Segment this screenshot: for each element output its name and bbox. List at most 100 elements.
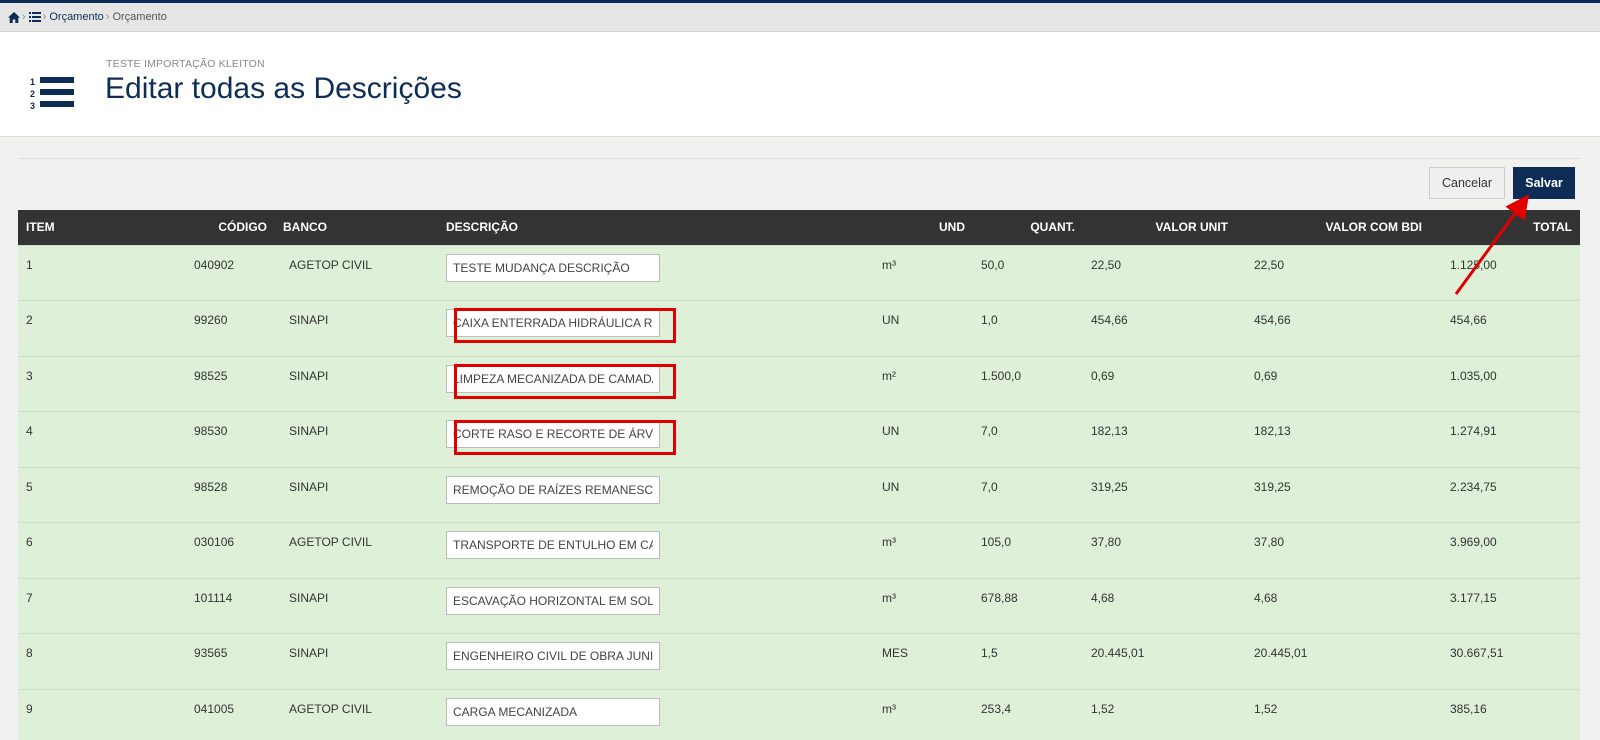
cell-valor-unit: 22,50 bbox=[1083, 244, 1236, 301]
cell-valor-unit: 20.445,01 bbox=[1083, 633, 1236, 689]
cell-und: UN bbox=[856, 466, 973, 523]
cell-banco: AGETOP CIVIL bbox=[275, 522, 438, 578]
cell-codigo: 101114 bbox=[98, 577, 275, 634]
cell-valor-com-bdi: 37,80 bbox=[1236, 522, 1430, 578]
col-header-und: UND bbox=[856, 210, 973, 245]
svg-text:2: 2 bbox=[30, 89, 35, 99]
cell-valor-com-bdi: 319,25 bbox=[1236, 466, 1430, 523]
cell-descricao bbox=[438, 244, 856, 301]
numbered-list-icon: 1 2 3 bbox=[30, 77, 74, 110]
description-input[interactable] bbox=[446, 420, 660, 448]
cell-banco: SINAPI bbox=[275, 411, 438, 467]
cell-quant: 7,0 bbox=[973, 411, 1083, 467]
cell-valor-unit: 319,25 bbox=[1083, 466, 1236, 523]
cell-und: m³ bbox=[856, 577, 973, 634]
cell-banco: AGETOP CIVIL bbox=[275, 244, 438, 301]
col-header-valor-com-bdi: VALOR COM BDI bbox=[1236, 210, 1430, 245]
breadcrumb-home[interactable] bbox=[8, 11, 20, 23]
divider bbox=[18, 158, 1580, 159]
description-input[interactable] bbox=[446, 531, 660, 559]
cell-item: 4 bbox=[18, 411, 98, 467]
cell-und: m³ bbox=[856, 688, 973, 740]
description-input[interactable] bbox=[446, 364, 660, 393]
cell-total: 1.274,91 bbox=[1430, 411, 1580, 467]
cell-descricao bbox=[438, 688, 856, 740]
col-header-banco: BANCO bbox=[275, 210, 438, 245]
svg-text:1: 1 bbox=[30, 77, 35, 87]
cell-total: 3.177,15 bbox=[1430, 577, 1580, 634]
table-row: 5 98528 SINAPI UN 7,0 319,25 319,25 2.23… bbox=[18, 466, 1580, 523]
col-header-total: TOTAL bbox=[1430, 210, 1580, 245]
cell-banco: SINAPI bbox=[275, 577, 438, 634]
cell-valor-unit: 4,68 bbox=[1083, 577, 1236, 634]
table-row: 2 99260 SINAPI UN 1,0 454,66 454,66 454,… bbox=[18, 300, 1580, 356]
cell-item: 7 bbox=[18, 577, 98, 634]
cell-codigo: 98528 bbox=[98, 466, 275, 523]
cell-descricao bbox=[438, 633, 856, 689]
cancel-button[interactable]: Cancelar bbox=[1429, 167, 1505, 199]
description-input[interactable] bbox=[446, 253, 660, 282]
breadcrumb-list[interactable] bbox=[28, 12, 41, 22]
table-row: 6 030106 AGETOP CIVIL m³ 105,0 37,80 37,… bbox=[18, 522, 1580, 578]
cell-valor-unit: 1,52 bbox=[1083, 688, 1236, 740]
cell-quant: 7,0 bbox=[973, 466, 1083, 523]
svg-text:3: 3 bbox=[30, 101, 35, 110]
col-header-item: ITEM bbox=[18, 210, 98, 245]
save-button[interactable]: Salvar bbox=[1513, 167, 1575, 199]
cell-total: 385,16 bbox=[1430, 688, 1580, 740]
cell-total: 1.125,00 bbox=[1430, 244, 1580, 301]
table-row: 4 98530 SINAPI UN 7,0 182,13 182,13 1.27… bbox=[18, 411, 1580, 467]
cell-valor-com-bdi: 22,50 bbox=[1236, 244, 1430, 301]
cell-valor-com-bdi: 182,13 bbox=[1236, 411, 1430, 467]
cell-descricao bbox=[438, 300, 856, 356]
table-row: 8 93565 SINAPI MES 1,5 20.445,01 20.445,… bbox=[18, 633, 1580, 689]
description-input[interactable] bbox=[446, 642, 660, 670]
cell-valor-unit: 37,80 bbox=[1083, 522, 1236, 578]
cell-codigo: 99260 bbox=[98, 300, 275, 356]
table-body: 1 040902 AGETOP CIVIL m³ 50,0 22,50 22,5… bbox=[18, 244, 1580, 740]
cell-descricao bbox=[438, 522, 856, 578]
cell-banco: AGETOP CIVIL bbox=[275, 688, 438, 740]
description-input[interactable] bbox=[446, 586, 660, 615]
breadcrumb-current: Orçamento bbox=[112, 11, 167, 23]
cell-item: 5 bbox=[18, 466, 98, 523]
budget-table: ITEM CÓDIGO BANCO DESCRIÇÃO UND QUANT. V… bbox=[18, 210, 1580, 740]
chevron-right-icon: › bbox=[42, 11, 47, 23]
cell-valor-com-bdi: 0,69 bbox=[1236, 355, 1430, 412]
cell-valor-com-bdi: 20.445,01 bbox=[1236, 633, 1430, 689]
cell-item: 9 bbox=[18, 688, 98, 740]
cell-total: 2.234,75 bbox=[1430, 466, 1580, 523]
breadcrumb: › › Orçamento › Orçamento bbox=[0, 3, 1600, 32]
cell-und: UN bbox=[856, 300, 973, 356]
chevron-right-icon: › bbox=[22, 11, 26, 23]
col-header-codigo: CÓDIGO bbox=[98, 210, 275, 245]
cell-descricao bbox=[438, 411, 856, 467]
description-input[interactable] bbox=[446, 475, 660, 504]
cell-quant: 1,0 bbox=[973, 300, 1083, 356]
col-header-descricao: DESCRIÇÃO bbox=[438, 210, 856, 245]
chevron-right-icon: › bbox=[105, 11, 110, 23]
description-input[interactable] bbox=[446, 697, 660, 726]
col-header-quant: QUANT. bbox=[973, 210, 1083, 245]
breadcrumb-orcamento-link[interactable]: Orçamento bbox=[49, 11, 103, 23]
cell-codigo: 041005 bbox=[98, 688, 275, 740]
list-icon bbox=[28, 12, 41, 22]
cell-codigo: 98525 bbox=[98, 355, 275, 412]
cell-und: m³ bbox=[856, 244, 973, 301]
description-input[interactable] bbox=[446, 309, 660, 337]
cell-banco: SINAPI bbox=[275, 300, 438, 356]
cell-item: 3 bbox=[18, 355, 98, 412]
col-header-valor-unit: VALOR UNIT bbox=[1083, 210, 1236, 245]
cell-quant: 1.500,0 bbox=[973, 355, 1083, 412]
cell-und: MES bbox=[856, 633, 973, 689]
cell-quant: 1,5 bbox=[973, 633, 1083, 689]
cell-quant: 678,88 bbox=[973, 577, 1083, 634]
cell-banco: SINAPI bbox=[275, 466, 438, 523]
cell-banco: SINAPI bbox=[275, 355, 438, 412]
cell-valor-com-bdi: 4,68 bbox=[1236, 577, 1430, 634]
cell-valor-com-bdi: 1,52 bbox=[1236, 688, 1430, 740]
page-header: 1 2 3 TESTE IMPORTAÇÃO KLEITON Editar to… bbox=[0, 32, 1600, 137]
cell-total: 1.035,00 bbox=[1430, 355, 1580, 412]
cell-quant: 253,4 bbox=[973, 688, 1083, 740]
table-row: 7 101114 SINAPI m³ 678,88 4,68 4,68 3.17… bbox=[18, 577, 1580, 634]
